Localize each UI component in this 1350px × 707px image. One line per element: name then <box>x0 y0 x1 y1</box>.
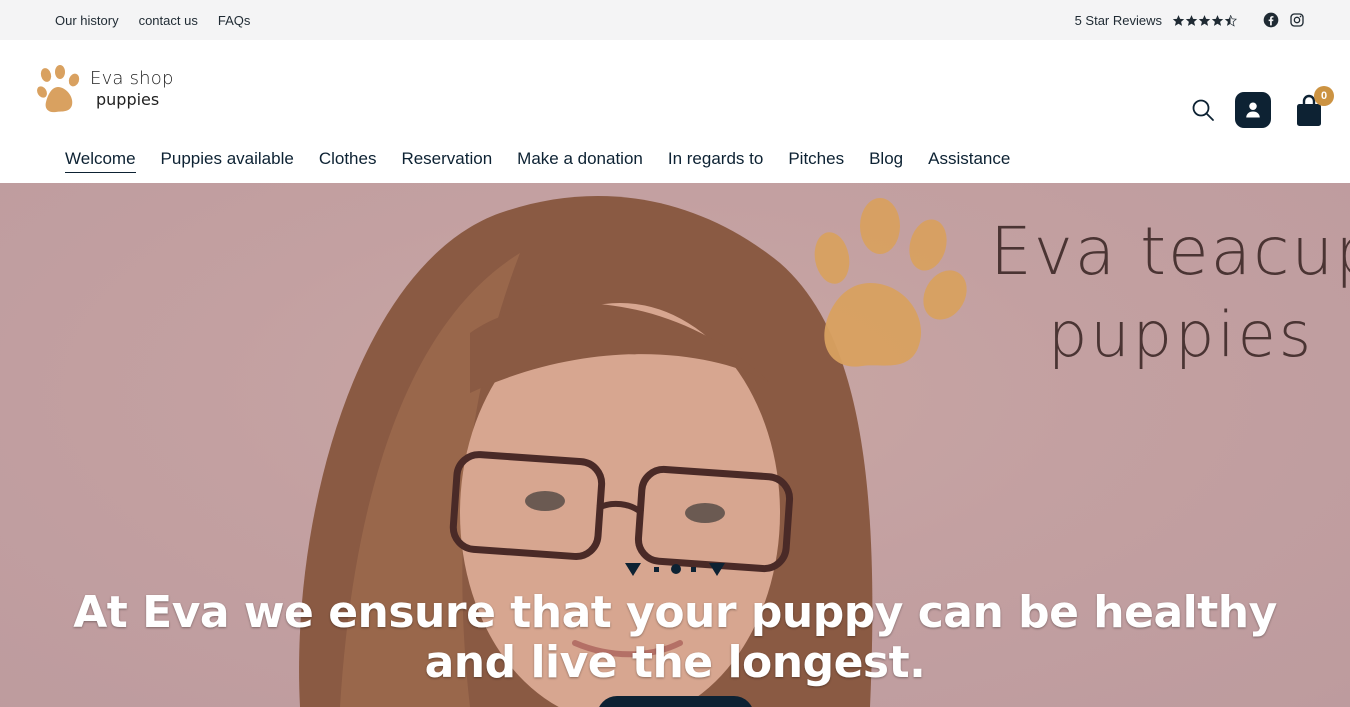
star-icon <box>1172 14 1185 26</box>
logo-line-1: Eva shop <box>90 68 174 89</box>
hero-headline: At Eva we ensure that your puppy can be … <box>73 587 1277 688</box>
star-icon <box>1211 14 1224 26</box>
nav-item-in-regards-to[interactable]: In regards to <box>668 149 763 169</box>
hero-cta-button[interactable] <box>597 696 754 707</box>
nav-item-assistance[interactable]: Assistance <box>928 149 1010 169</box>
nav-item-clothes[interactable]: Clothes <box>319 149 377 169</box>
star-icon <box>1198 14 1211 26</box>
site-logo[interactable]: Eva shop puppies <box>36 65 176 119</box>
account-button[interactable] <box>1235 92 1271 128</box>
instagram-icon <box>1290 13 1304 27</box>
nav-item-make-a-donation[interactable]: Make a donation <box>517 149 643 169</box>
nav-item-pitches[interactable]: Pitches <box>788 149 844 169</box>
link-faqs[interactable]: FAQs <box>218 13 251 28</box>
star-icon <box>1185 14 1198 26</box>
utility-links: Our history contact us FAQs <box>55 0 250 40</box>
star-rating[interactable] <box>1172 14 1237 27</box>
facebook-icon <box>1263 12 1279 28</box>
site-header: Eva shop puppies 0 Welcome Puppies avail… <box>0 40 1350 183</box>
hero-brand-logo: Eva teacup puppies <box>990 203 1350 371</box>
facebook-link[interactable] <box>1263 12 1279 28</box>
logo-line-2: puppies <box>96 90 160 109</box>
top-utility-bar: Our history contact us FAQs 5 Star Revie… <box>0 0 1350 40</box>
nav-item-welcome[interactable]: Welcome <box>65 149 136 173</box>
paw-icon <box>37 65 80 113</box>
search-icon <box>1192 99 1214 121</box>
star-half-icon <box>1224 14 1237 27</box>
link-our-history[interactable]: Our history <box>55 13 119 28</box>
search-button[interactable] <box>1191 98 1215 122</box>
nav-item-reservation[interactable]: Reservation <box>401 149 492 169</box>
instagram-link[interactable] <box>1289 12 1305 28</box>
user-icon <box>1246 102 1260 118</box>
cart-count-badge: 0 <box>1314 86 1334 106</box>
nav-item-puppies-available[interactable]: Puppies available <box>161 149 294 169</box>
hero-brand-line-2: puppies <box>1048 298 1315 371</box>
cart-button[interactable]: 0 <box>1296 86 1334 126</box>
header-actions: 0 <box>1191 86 1334 128</box>
hero-banner: Eva teacup puppies At Eva we ensure that… <box>0 183 1350 707</box>
nav-item-blog[interactable]: Blog <box>869 149 903 169</box>
link-contact-us[interactable]: contact us <box>139 13 198 28</box>
main-navigation: Welcome Puppies available Clothes Reserv… <box>65 149 1035 173</box>
reviews-label[interactable]: 5 Star Reviews <box>1075 13 1162 28</box>
hero-brand-line-1: Eva teacup <box>990 213 1350 290</box>
topbar-right: 5 Star Reviews <box>1075 0 1305 40</box>
